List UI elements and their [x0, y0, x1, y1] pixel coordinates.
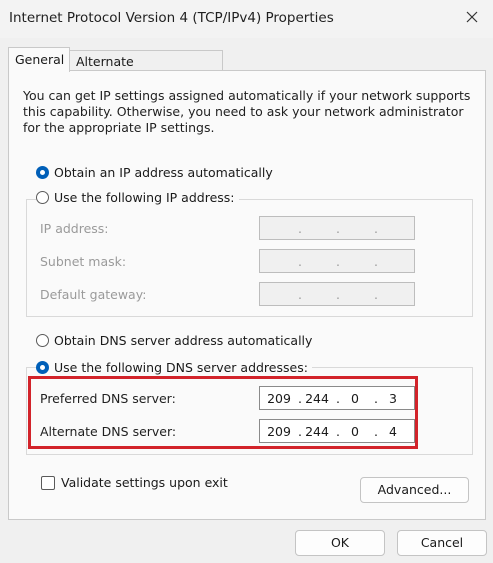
advanced-button[interactable]: Advanced...: [360, 477, 469, 503]
preferred-dns-label: Preferred DNS server:: [40, 391, 176, 406]
radio-obtain-ip-automatically[interactable]: Obtain an IP address automatically: [36, 165, 273, 180]
ip-address-input[interactable]: . . .: [259, 216, 415, 240]
window-title: Internet Protocol Version 4 (TCP/IPv4) P…: [9, 10, 334, 26]
ip-address-label: IP address:: [40, 221, 109, 236]
radio-use-following-dns[interactable]: Use the following DNS server addresses:: [36, 360, 312, 375]
subnet-mask-label: Subnet mask:: [40, 254, 127, 269]
ok-button[interactable]: OK: [295, 530, 385, 556]
octet-1: 209: [267, 391, 291, 406]
octet-3: 0: [351, 424, 359, 439]
alternate-dns-input[interactable]: 209 . 244 . 0 . 4: [259, 419, 415, 443]
radio-obtain-ip-automatically-label: Obtain an IP address automatically: [54, 165, 273, 180]
radio-use-following-dns-label: Use the following DNS server addresses:: [54, 360, 308, 375]
radio-selected-indicator: [36, 166, 49, 179]
octet-2: 244: [305, 424, 329, 439]
subnet-mask-input[interactable]: . . .: [259, 249, 415, 273]
checkbox-box: [41, 475, 55, 490]
intro-text: You can get IP settings assigned automat…: [23, 88, 471, 135]
octet-separator: .: [374, 254, 378, 269]
radio-obtain-dns-automatically[interactable]: Obtain DNS server address automatically: [36, 333, 312, 348]
radio-selected-indicator: [36, 361, 49, 374]
close-button[interactable]: [461, 6, 483, 28]
tab-general-label: General: [15, 52, 65, 67]
radio-unselected-indicator: [36, 191, 49, 204]
octet-separator: .: [374, 287, 378, 302]
title-bar: Internet Protocol Version 4 (TCP/IPv4) P…: [0, 0, 493, 38]
octet-1: 209: [267, 424, 291, 439]
octet-separator: .: [374, 221, 378, 236]
general-tab-panel: You can get IP settings assigned automat…: [8, 70, 486, 520]
octet-separator: .: [298, 287, 302, 302]
octet-separator: .: [336, 254, 340, 269]
octet-separator: .: [298, 254, 302, 269]
octet-separator: .: [336, 221, 340, 236]
validate-settings-label: Validate settings upon exit: [61, 475, 228, 490]
cancel-button[interactable]: Cancel: [397, 530, 487, 556]
octet-4: 3: [389, 391, 397, 406]
radio-use-following-ip[interactable]: Use the following IP address:: [36, 190, 239, 205]
tab-alternate-configuration[interactable]: Alternate Configuration: [68, 50, 223, 84]
radio-unselected-indicator: [36, 334, 49, 347]
radio-use-following-ip-label: Use the following IP address:: [54, 190, 235, 205]
octet-separator: .: [298, 221, 302, 236]
octet-2: 244: [305, 391, 329, 406]
alternate-dns-label: Alternate DNS server:: [40, 424, 177, 439]
octet-separator: .: [336, 287, 340, 302]
radio-obtain-dns-automatically-label: Obtain DNS server address automatically: [54, 333, 313, 348]
close-icon: [466, 11, 478, 23]
octet-3: 0: [351, 391, 359, 406]
octet-4: 4: [389, 424, 397, 439]
default-gateway-input[interactable]: . . .: [259, 282, 415, 306]
default-gateway-label: Default gateway:: [40, 287, 147, 302]
tab-general[interactable]: General: [8, 47, 70, 72]
preferred-dns-input[interactable]: 209 . 244 . 0 . 3: [259, 386, 415, 410]
validate-settings-checkbox[interactable]: Validate settings upon exit: [41, 475, 228, 490]
